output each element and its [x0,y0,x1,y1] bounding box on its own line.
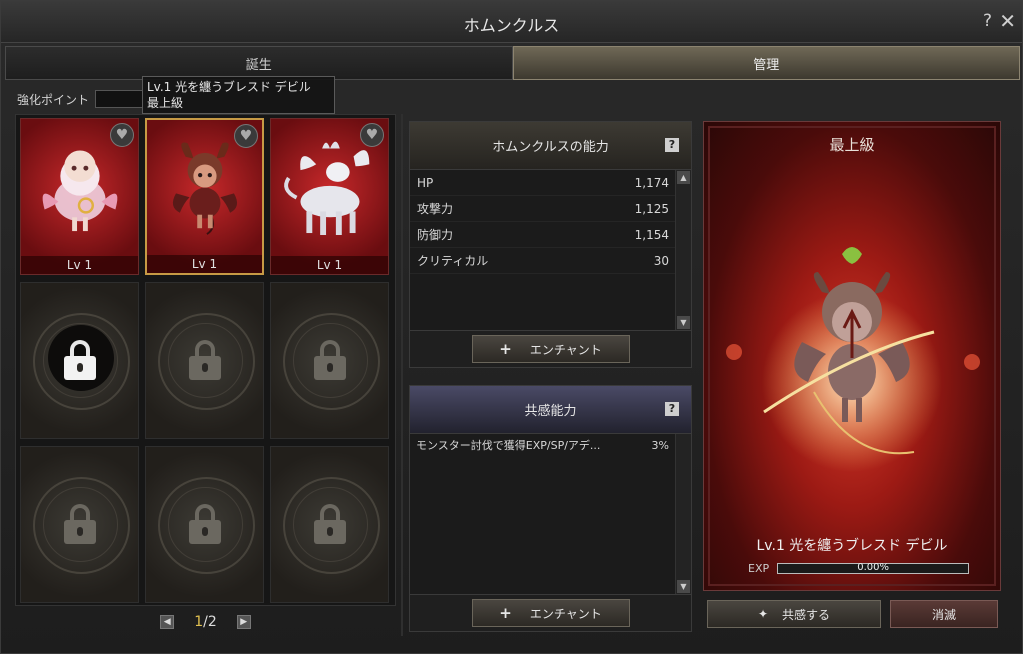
stat-value: 1,174 [634,175,669,190]
sympathy-name: モンスター討伐で獲得EXP/SP/アデ... [416,439,601,452]
enchant-label: エンチャント [529,342,602,357]
sympathy-title: 共感能力 [524,404,577,419]
abilities-help-icon[interactable]: ? [665,138,679,152]
enhance-points-label: 強化ポイント [17,92,90,107]
lock-icon [189,340,221,380]
enhance-points-value [95,90,144,108]
devil-homunculus-model [726,247,980,472]
exp-label: EXP [748,562,770,575]
lock-icon [64,504,96,544]
exp-bar: 0.00% [777,562,970,574]
scroll-up-icon[interactable]: ▲ [677,171,690,184]
preview-name: Lv.1 光を纏うブレスド デビル [756,538,948,554]
panel-divider [401,114,403,636]
stat-name: HP [417,175,434,190]
tab-manage[interactable]: 管理 [512,46,1020,80]
exp-value: 0.00% [857,562,890,573]
favorite-heart-icon[interactable]: ♥ [234,124,258,148]
homunculus-tooltip: Lv.1 光を纏うブレスド デビル 最上級 [142,76,335,114]
abilities-enchant-bar: + エンチャント [409,330,692,368]
lock-icon [64,340,96,380]
homunculus-slot-5 [145,282,264,439]
homunculus-slot-7 [20,446,139,603]
homunculus-slot-6 [270,282,389,439]
help-icon[interactable]: ? [983,11,992,31]
tooltip-name: Lv.1 光を纏うブレスド デビル [147,80,311,94]
close-icon[interactable]: ✕ [999,9,1016,33]
homunculus-slot-grid: ♥ Lv 1 ♥ Lv 1 ♥ Lv 1 [15,114,396,606]
sympathy-value: 3% [651,438,669,452]
resonate-button[interactable]: ✦ 共感する [707,600,881,628]
slot-level: Lv 1 [21,256,138,274]
next-page-button[interactable]: ▶ [236,615,251,629]
title-bar: ホムンクルス ? ✕ [1,1,1022,43]
total-pages: /2 [203,614,217,630]
stat-value: 30 [653,253,669,268]
destroy-button[interactable]: 消滅 [890,600,998,628]
exp-row: EXP 0.00% [748,562,970,575]
current-page: 1 [194,614,204,630]
sympathy-panel: 共感能力 ? モンスター討伐で獲得EXP/SP/アデ... 3% ▼ [409,385,692,595]
tab-birth[interactable]: 誕生 [5,46,513,80]
slot-pager: ◀ 1/2 ▶ [15,609,396,635]
homunculus-slot-1[interactable]: ♥ Lv 1 [20,118,139,275]
stat-name: クリティカル [417,254,489,268]
abilities-scrollbar[interactable]: ▲ ▼ [675,170,691,330]
homunculus-slot-3[interactable]: ♥ Lv 1 [270,118,389,275]
homunculus-slot-2[interactable]: ♥ Lv 1 [145,118,264,275]
tooltip-grade: 最上級 [147,96,184,110]
homunculus-slot-9 [270,446,389,603]
enchant-label: エンチャント [529,606,602,621]
scroll-down-icon[interactable]: ▼ [677,580,690,593]
resonate-label: 共感する [782,607,831,622]
stat-row: 防御力 1,154 [410,222,691,248]
sympathy-help-icon[interactable]: ? [665,402,679,416]
plus-icon: + [499,340,512,358]
homunculus-window: ホムンクルス ? ✕ 誕生 管理 強化ポイント ♥ Lv 1 ♥ Lv 1 ♥ … [0,0,1023,654]
stat-row: HP 1,174 [410,170,691,196]
tab-bar: 誕生 管理 [5,46,1020,80]
lock-icon [314,504,346,544]
abilities-title: ホムンクルスの能力 [492,140,609,155]
abilities-header: ホムンクルスの能力 ? [410,122,691,170]
favorite-heart-icon[interactable]: ♥ [110,123,134,147]
stat-value: 1,154 [634,227,669,242]
lock-icon [189,504,221,544]
sympathy-row: モンスター討伐で獲得EXP/SP/アデ... 3% [410,434,691,456]
abilities-panel: ホムンクルスの能力 ? HP 1,174 攻撃力 1,125 防御力 1,154… [409,121,692,331]
plus-icon: + [499,604,512,622]
homunculus-preview: 最上級 Lv.1 光を纏うブレスド デビル EXP 0.00% [703,121,1001,591]
wing-icon: ✦ [757,607,769,621]
homunculus-slot-8 [145,446,264,603]
sympathy-enchant-bar: + エンチャント [409,594,692,632]
enhance-points: 強化ポイント [17,90,144,108]
scroll-down-icon[interactable]: ▼ [677,316,690,329]
favorite-heart-icon[interactable]: ♥ [360,123,384,147]
slot-level: Lv 1 [271,256,388,274]
slot-level: Lv 1 [147,255,262,273]
homunculus-slot-4[interactable] [20,282,139,439]
window-title: ホムンクルス [463,16,560,35]
sympathy-enchant-button[interactable]: + エンチャント [471,599,630,627]
prev-page-button[interactable]: ◀ [160,615,175,629]
sympathy-header: 共感能力 ? [410,386,691,434]
abilities-enchant-button[interactable]: + エンチャント [471,335,630,363]
stat-name: 防御力 [417,228,454,242]
stat-row: クリティカル 30 [410,248,691,274]
lock-icon [314,340,346,380]
page-indicator: 1/2 [194,614,217,630]
stat-row: 攻撃力 1,125 [410,196,691,222]
stat-value: 1,125 [634,201,669,216]
stat-name: 攻撃力 [417,202,454,216]
sympathy-scrollbar[interactable]: ▼ [675,434,691,594]
